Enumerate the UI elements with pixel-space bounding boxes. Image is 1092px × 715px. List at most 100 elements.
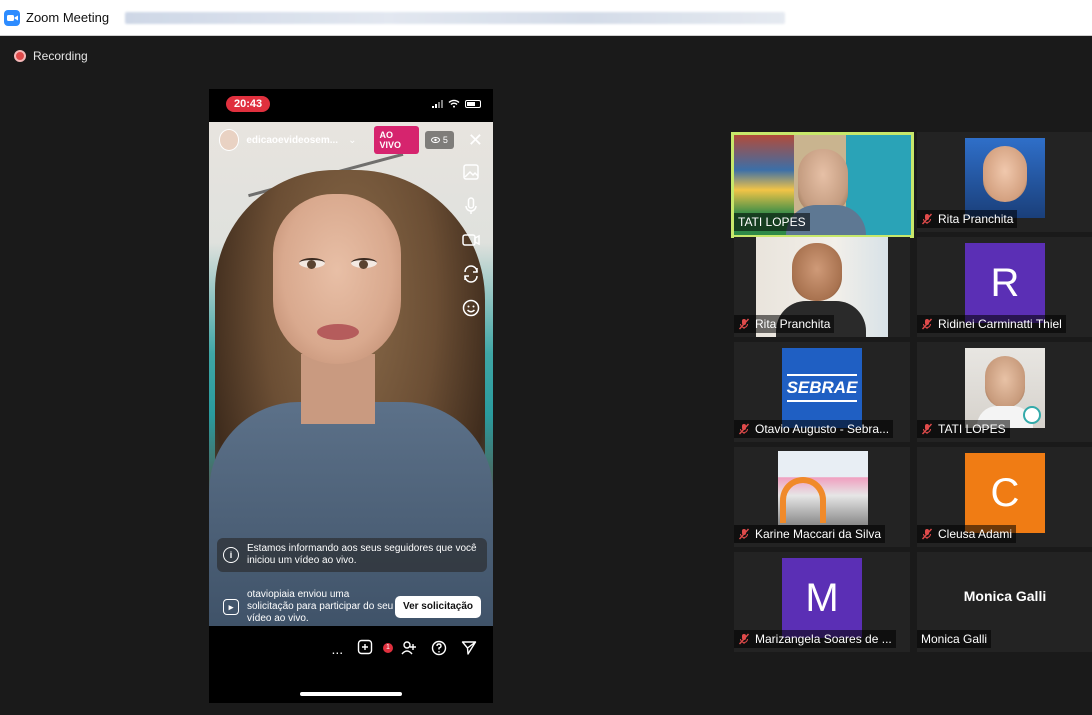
question-icon[interactable] [431,640,447,659]
participant-video-face [792,243,842,301]
participant-tile[interactable]: TATI LOPES [917,342,1092,442]
microphone-icon[interactable] [461,196,481,216]
send-icon[interactable] [461,640,477,659]
muted-mic-icon [738,318,750,330]
participant-tile[interactable]: TATI LOPES [731,132,914,238]
participant-name: Monica Galli [921,632,988,646]
participant-tile[interactable]: M Marizangela Soares de ... [734,552,910,652]
participant-name-label: Rita Pranchita [734,315,835,333]
phone-clock: 20:43 [226,96,271,112]
participant-tile[interactable]: R Ridinei Carminatti Thiel [917,237,1092,337]
window-titlebar: Zoom Meeting [0,0,1092,36]
participant-name: Otavio Augusto - Sebra... [755,422,890,436]
more-options-icon[interactable]: ... [331,641,343,657]
ig-live-header: edicaoevideosem... ⌄ AO VIVO 5 ✕ [219,126,483,154]
flip-camera-icon[interactable] [461,264,481,284]
participant-face [798,149,848,213]
participant-name: TATI LOPES [738,215,806,229]
ig-avatar[interactable] [219,129,240,151]
home-indicator [300,692,402,696]
avatar-letter: M [805,575,839,620]
streamer-neck [301,354,375,424]
ig-side-controls [461,162,481,318]
participant-name: TATI LOPES [938,422,1006,436]
participant-avatar: C [965,453,1045,533]
participant-tile[interactable]: Monica Galli Monica Galli [917,552,1092,652]
participant-name: Ridinei Carminatti Thiel [938,317,1062,331]
participant-photo [965,348,1045,428]
battery-icon [465,99,481,108]
ig-join-request: ▸ otaviopiaia enviou uma solicitação par… [217,584,487,626]
participant-tile[interactable]: SEBRAE Otavio Augusto - Sebra... [734,342,910,442]
streamer-face [273,194,401,364]
participant-photo [965,138,1045,218]
zoom-logo-icon [4,9,20,26]
balloon-arch [780,477,826,523]
recording-icon [14,50,26,62]
streamer-mouth [317,324,359,340]
eye-icon [430,137,440,143]
participant-name-label: Cleusa Adami [917,525,1017,543]
participant-name: Cleusa Adami [938,527,1013,541]
muted-mic-icon [738,528,750,540]
muted-mic-icon [738,423,750,435]
view-request-button[interactable]: Ver solicitação [394,596,481,618]
avatar-letter: C [990,470,1020,515]
face-effects-icon[interactable] [461,298,481,318]
close-icon[interactable]: ✕ [468,131,483,149]
participant-avatar: R [965,243,1045,323]
viewer-count: 5 [442,135,448,145]
participant-name-label: Marizangela Soares de ... [734,630,896,648]
recording-indicator[interactable]: Recording [14,49,88,63]
participant-tile[interactable]: Karine Maccari da Silva [734,447,910,547]
participant-display-name: Monica Galli [963,588,1047,604]
muted-mic-icon [921,318,933,330]
sebrae-logo: SEBRAE [782,348,862,428]
ig-username[interactable]: edicaoevideosem... [246,135,338,146]
ig-request-text: otaviopiaia enviou uma solicitação para … [247,589,394,624]
camera-icon[interactable] [461,230,481,250]
participant-tile[interactable]: Rita Pranchita [917,132,1092,232]
participant-name-label: Monica Galli [917,630,992,648]
participant-name-label: Karine Maccari da Silva [734,525,886,543]
participant-avatar: M [782,558,862,638]
participant-name-label: TATI LOPES [917,420,1010,438]
participant-tile[interactable]: C Cleusa Adami [917,447,1092,547]
viewer-count-badge[interactable]: 5 [424,131,454,149]
participant-name: Rita Pranchita [938,212,1014,226]
ig-notice-text: Estamos informando aos seus seguidores q… [247,543,477,566]
invite-users-icon[interactable] [401,640,417,659]
participant-name-label: Rita Pranchita [917,210,1018,228]
window-title: Zoom Meeting [26,10,110,25]
ig-live-notice: i Estamos informando aos seus seguidores… [217,538,487,572]
blurred-url-text [125,11,786,24]
participant-tile[interactable]: Rita Pranchita [734,237,910,337]
muted-mic-icon [738,633,750,645]
badge-logo [1023,406,1041,424]
participant-name-label: Otavio Augusto - Sebra... [734,420,894,438]
meeting-stage: Recording 20:43 edicaoevideosem... ⌄ AO [0,36,1092,715]
streamer-eye-right [351,258,377,269]
muted-mic-icon [921,423,933,435]
request-count-badge: 1 [383,643,393,653]
recording-label: Recording [33,49,88,63]
participant-photo-face [983,146,1027,202]
streamer-eye-left [299,258,325,269]
participant-name: Rita Pranchita [755,317,831,331]
participant-name-label: TATI LOPES [734,213,810,231]
video-request-icon: ▸ [223,599,239,615]
shared-screen-phone: 20:43 edicaoevideosem... ⌄ AO VIVO 5 ✕ i… [209,89,493,703]
chevron-down-icon[interactable]: ⌄ [348,135,356,146]
instagram-live-view: edicaoevideosem... ⌄ AO VIVO 5 ✕ i Estam… [209,122,493,626]
participant-photo [778,451,868,525]
participant-name: Marizangela Soares de ... [755,632,892,646]
phone-status-icons [432,99,481,108]
avatar-letter: R [990,260,1020,305]
image-icon[interactable] [461,162,481,182]
info-icon: i [223,547,239,563]
add-guest-icon[interactable]: 1 [357,639,393,659]
signal-icon [432,99,443,108]
ig-bottom-bar: ... 1 [209,629,493,669]
muted-mic-icon [921,528,933,540]
live-badge: AO VIVO [374,126,419,154]
